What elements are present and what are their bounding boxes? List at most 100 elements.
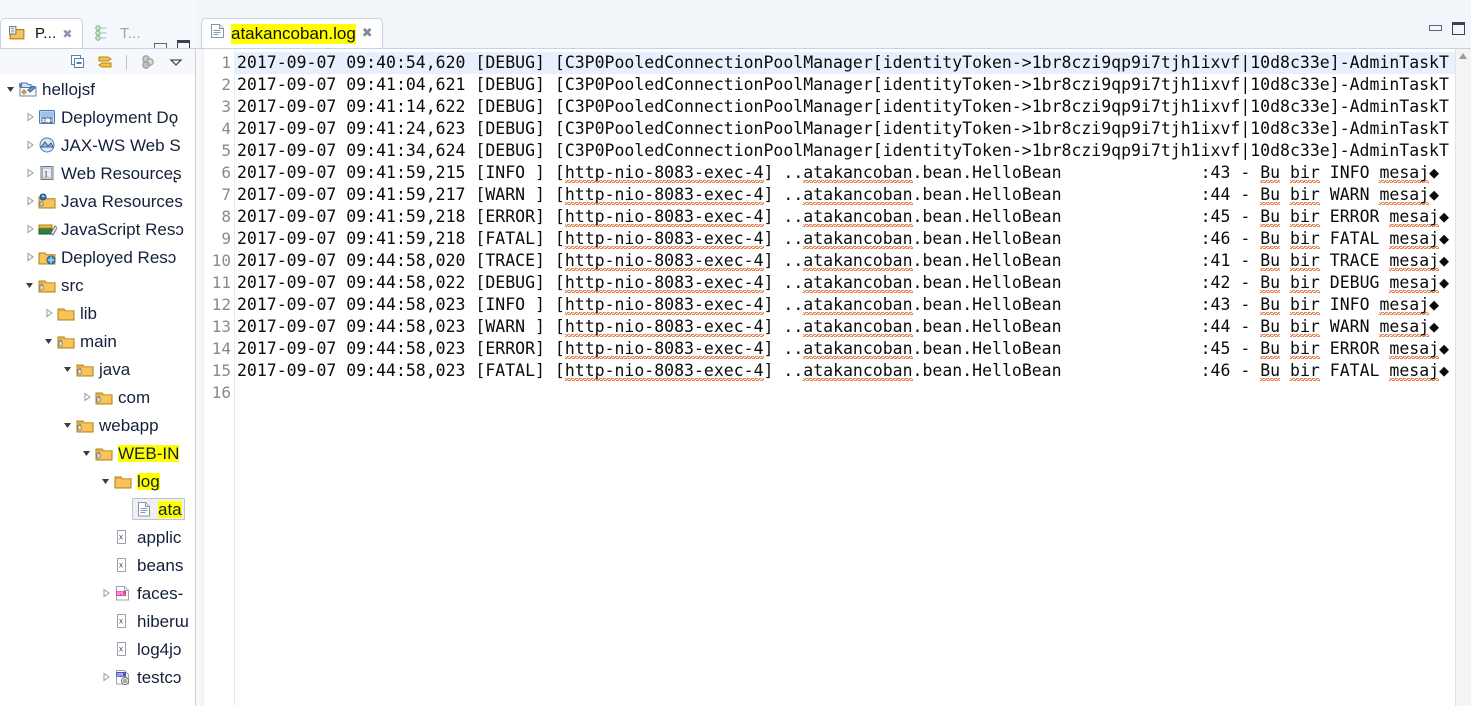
tree-item-label: log	[137, 471, 160, 491]
collapse-all-icon[interactable]	[68, 53, 86, 71]
tree-item-log[interactable]: log	[0, 467, 195, 495]
source-folder-icon	[75, 360, 95, 378]
minimize-icon[interactable]	[1429, 22, 1442, 33]
chevron-right-icon[interactable]	[23, 168, 37, 178]
web-resources-icon: 1	[37, 164, 57, 182]
line-number-gutter: 1 2 3 4 5 6 7 8 9 10 11 12 13 14 15 16	[196, 49, 235, 706]
xml-file-icon: x	[113, 640, 133, 658]
toolbar-separator	[126, 54, 127, 70]
chevron-right-icon[interactable]	[23, 224, 37, 234]
line-number: 14	[211, 339, 231, 358]
tree-item-main[interactable]: main	[0, 327, 195, 355]
deployment-descriptor-icon: 3.1	[37, 108, 57, 126]
maximize-icon[interactable]	[1452, 22, 1465, 35]
project-tree[interactable]: Mhellojsf 3.1 Deployment Dǫ JAX-WS Web S 1 We…	[0, 75, 195, 706]
chevron-down-icon[interactable]	[61, 364, 75, 374]
view-menu-icon[interactable]	[167, 53, 185, 71]
close-icon[interactable]: ✖	[62, 27, 72, 41]
chevron-down-icon[interactable]	[61, 420, 75, 430]
tree-item-testc[interactable]: XML testcɔ	[0, 663, 195, 691]
svg-text:x: x	[119, 561, 123, 570]
log-text-content[interactable]: 2017-09-07 09:40:54,620 [DEBUG] [C3P0Poo…	[234, 49, 1456, 706]
svg-text:x: x	[119, 645, 123, 654]
chevron-down-icon[interactable]	[23, 280, 37, 290]
tree-item-beans[interactable]: x beans	[0, 551, 195, 579]
tree-item-label: applic	[137, 527, 182, 547]
chevron-down-icon[interactable]	[42, 336, 56, 346]
scroll-up-arrow-icon[interactable]	[1459, 53, 1467, 59]
tree-item-log4j[interactable]: x log4jɔ	[0, 635, 195, 663]
chevron-right-icon[interactable]	[23, 140, 37, 150]
log-line[interactable]	[234, 382, 1456, 404]
chevron-down-icon[interactable]	[4, 84, 18, 94]
view-tab-project-explorer[interactable]: P... ✖	[0, 18, 83, 48]
tree-item-label: hellojsf	[42, 79, 95, 99]
filter-icon[interactable]	[139, 53, 157, 71]
tree-item-label: JAX-WS Web S	[61, 135, 181, 155]
chevron-right-icon[interactable]	[42, 308, 56, 318]
editor-body: 1 2 3 4 5 6 7 8 9 10 11 12 13 14 15 16 2017-09-07 09:40…	[196, 48, 1471, 706]
log-line[interactable]: 2017-09-07 09:44:58,023 [FATAL] [http-ni…	[234, 360, 1456, 382]
svg-text:M: M	[19, 83, 22, 89]
close-icon[interactable]: ✖	[362, 26, 373, 41]
log-line[interactable]: 2017-09-07 09:44:58,023 [WARN ] [http-ni…	[234, 316, 1456, 338]
tree-item-java[interactable]: java	[0, 355, 195, 383]
line-number: 9	[221, 229, 231, 248]
tree-item-deployment-d[interactable]: 3.1 Deployment Dǫ	[0, 103, 195, 131]
link-with-editor-icon[interactable]	[96, 53, 114, 71]
selected-tree-item[interactable]: ata	[132, 498, 185, 520]
chevron-down-icon[interactable]	[99, 476, 113, 486]
jaxws-icon	[37, 136, 57, 154]
chevron-right-icon[interactable]	[23, 196, 37, 206]
project-explorer-view: P... ✖ T... M hellojsf 3.1 Deployment Dǫ…	[0, 0, 196, 706]
tree-item-src[interactable]: src	[0, 271, 195, 299]
tree-item-hellojsf[interactable]: Mhellojsf	[0, 75, 195, 103]
tree-item-webapp[interactable]: webapp	[0, 411, 195, 439]
chevron-right-icon[interactable]	[99, 672, 113, 682]
log-line[interactable]: 2017-09-07 09:44:58,023 [ERROR] [http-ni…	[234, 338, 1456, 360]
tree-item-com[interactable]: com	[0, 383, 195, 411]
line-number: 10	[211, 251, 231, 270]
tree-item-applic[interactable]: x applic	[0, 523, 195, 551]
log-line[interactable]: 2017-09-07 09:41:14,622 [DEBUG] [C3P0Poo…	[234, 96, 1456, 118]
tree-item-label: Deployment Dǫ	[61, 107, 179, 127]
log-line[interactable]: 2017-09-07 09:41:59,218 [FATAL] [http-ni…	[234, 228, 1456, 250]
tree-item-web-resource[interactable]: 1 Web Resourceʂ	[0, 159, 195, 187]
line-number: 8	[221, 207, 231, 226]
log-line[interactable]: 2017-09-07 09:40:54,620 [DEBUG] [C3P0Poo…	[234, 52, 1456, 74]
left-view-tabbar: P... ✖ T...	[0, 18, 196, 53]
chevron-down-icon[interactable]	[80, 448, 94, 458]
tree-item-ata[interactable]: ata	[0, 495, 195, 523]
tree-item-lib[interactable]: lib	[0, 299, 195, 327]
line-number: 1	[221, 53, 231, 72]
log-line[interactable]: 2017-09-07 09:41:59,215 [INFO ] [http-ni…	[234, 162, 1456, 184]
vertical-scrollbar[interactable]	[1455, 49, 1471, 706]
editor-tab-atakancoban-log[interactable]: atakancoban.log ✖	[201, 18, 383, 48]
log-line[interactable]: 2017-09-07 09:41:59,218 [ERROR] [http-ni…	[234, 206, 1456, 228]
folder-icon	[56, 304, 76, 322]
tree-item-faces[interactable]: XML faces-	[0, 579, 195, 607]
tree-item-hiber[interactable]: x hiberɯ	[0, 607, 195, 635]
chevron-right-icon[interactable]	[23, 252, 37, 262]
log-line[interactable]: 2017-09-07 09:41:24,623 [DEBUG] [C3P0Poo…	[234, 118, 1456, 140]
tree-item-javascript-res[interactable]: JavaScript Resɔ	[0, 215, 195, 243]
view-tab-task-list[interactable]: T...	[86, 18, 156, 48]
svg-text:3.1: 3.1	[43, 118, 52, 124]
chevron-right-icon[interactable]	[80, 392, 94, 402]
log-line[interactable]: 2017-09-07 09:44:58,023 [INFO ] [http-ni…	[234, 294, 1456, 316]
line-number: 15	[211, 361, 231, 380]
tree-item-deployed-res[interactable]: Deployed Resɔ	[0, 243, 195, 271]
log-line[interactable]: 2017-09-07 09:44:58,022 [DEBUG] [http-ni…	[234, 272, 1456, 294]
log-line[interactable]: 2017-09-07 09:41:59,217 [WARN ] [http-ni…	[234, 184, 1456, 206]
chevron-right-icon[interactable]	[99, 588, 113, 598]
tree-item-label: Java Resources	[61, 191, 183, 211]
line-number: 5	[221, 141, 231, 160]
tree-item-java-resources[interactable]: Java Resources	[0, 187, 195, 215]
tree-item-jax-ws-web-s[interactable]: JAX-WS Web S	[0, 131, 195, 159]
tree-item-web-in[interactable]: WEB-IN	[0, 439, 195, 467]
chevron-right-icon[interactable]	[23, 112, 37, 122]
tree-item-label: beans	[137, 555, 184, 575]
log-line[interactable]: 2017-09-07 09:44:58,020 [TRACE] [http-ni…	[234, 250, 1456, 272]
log-line[interactable]: 2017-09-07 09:41:34,624 [DEBUG] [C3P0Poo…	[234, 140, 1456, 162]
log-line[interactable]: 2017-09-07 09:41:04,621 [DEBUG] [C3P0Poo…	[234, 74, 1456, 96]
